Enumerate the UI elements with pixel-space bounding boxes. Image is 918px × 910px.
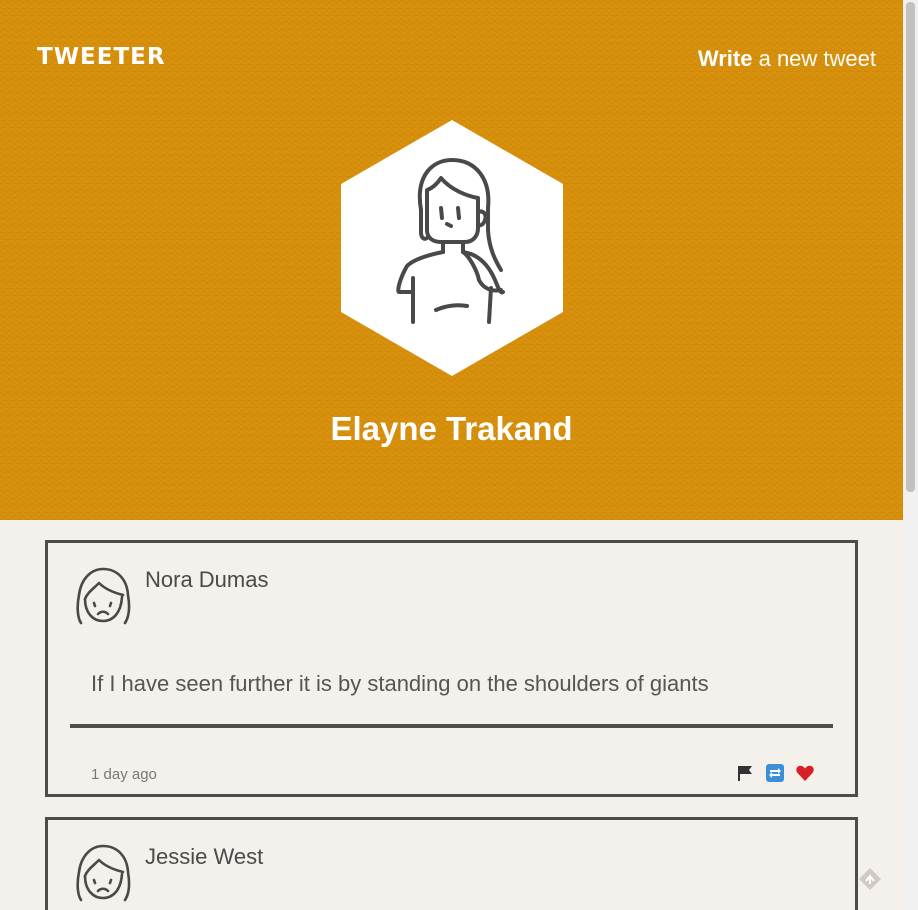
sad-woman-icon <box>76 844 131 902</box>
compose-label-bold: Write <box>697 46 753 71</box>
retweet-icon[interactable] <box>765 763 785 783</box>
tweet-card: Nora Dumas If I have seen further it is … <box>45 540 858 797</box>
scroll-to-top-icon[interactable] <box>857 866 883 892</box>
tweet-author[interactable]: Nora Dumas <box>145 567 268 593</box>
profile-name: Elayne Trakand <box>330 410 573 447</box>
flag-icon[interactable] <box>735 763 755 783</box>
scrollbar-thumb[interactable] <box>906 2 915 492</box>
profile-avatar <box>341 120 563 376</box>
profile-header: TWEETER Write a new tweet Elayne Trakand <box>0 0 903 520</box>
page: TWEETER Write a new tweet Elayne Trakand… <box>0 0 903 910</box>
compose-label-rest: a new tweet <box>752 46 876 71</box>
tweet-timestamp: 1 day ago <box>91 766 157 783</box>
tweet-divider <box>70 724 833 728</box>
sad-woman-icon <box>76 567 131 625</box>
app-logo[interactable]: TWEETER <box>37 44 166 70</box>
tweet-actions <box>735 763 815 783</box>
tweet-card: Jessie West <box>45 817 858 910</box>
tweet-author[interactable]: Jessie West <box>145 844 263 870</box>
scrollbar[interactable] <box>903 0 918 910</box>
heart-icon[interactable] <box>795 763 815 783</box>
tweet-text: If I have seen further it is by standing… <box>91 671 709 696</box>
compose-tweet-button[interactable]: Write a new tweet <box>698 46 876 72</box>
